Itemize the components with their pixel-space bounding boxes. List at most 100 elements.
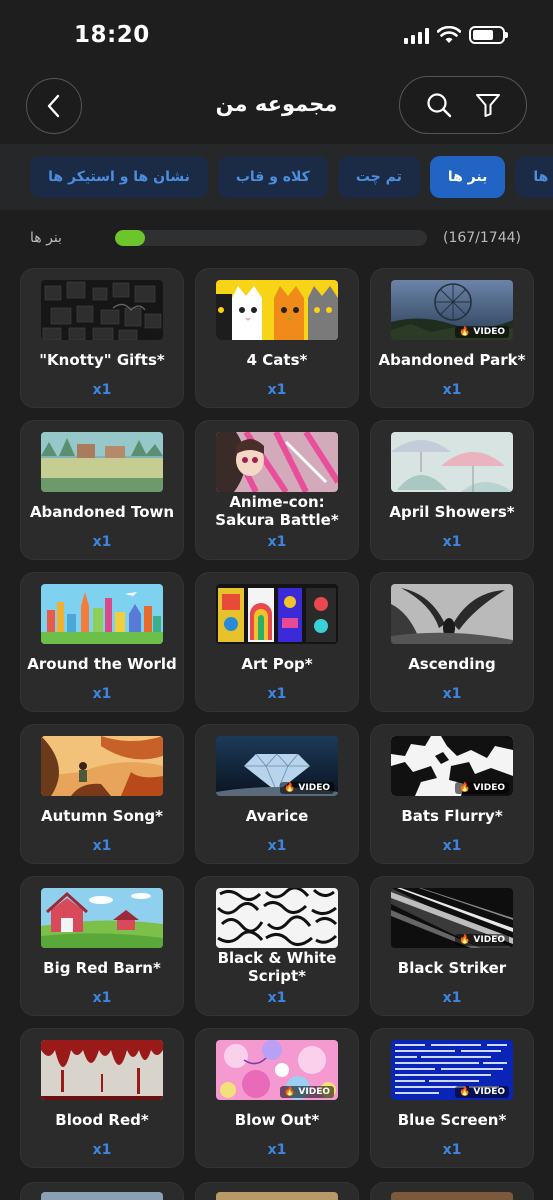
progress-fill bbox=[115, 230, 145, 246]
cellular-signal-icon bbox=[404, 26, 429, 44]
banner-name: Anime-con: Sakura Battle* bbox=[215, 493, 339, 529]
progress-count: (167/1744) bbox=[443, 230, 521, 246]
category-tabs: تمام ایتم ها بنر ها تم چت کلاه و قاب نشا… bbox=[0, 144, 553, 210]
banner-quantity: x1 bbox=[267, 686, 287, 702]
banner-name: "Knotty" Gifts* bbox=[39, 351, 165, 369]
tab-banners[interactable]: بنر ها bbox=[429, 156, 506, 198]
banner-thumbnail bbox=[41, 432, 163, 492]
banner-thumbnail bbox=[216, 584, 338, 644]
video-badge: 🔥 VIDEO bbox=[280, 782, 334, 794]
search-icon[interactable] bbox=[425, 91, 453, 119]
banner-card[interactable] bbox=[195, 1182, 359, 1200]
banner-thumbnail bbox=[216, 888, 338, 948]
status-icons bbox=[404, 26, 508, 44]
tab-chat-theme[interactable]: تم چت bbox=[337, 156, 420, 198]
header-actions bbox=[399, 76, 527, 134]
banner-thumbnail: 🔥 VIDEO bbox=[216, 736, 338, 796]
banner-card[interactable]: 🔥 VIDEO Black Striker x1 bbox=[370, 876, 534, 1016]
banner-card[interactable]: "Knotty" Gifts* x1 bbox=[20, 268, 184, 408]
banner-thumbnail: 🔥 VIDEO bbox=[391, 1040, 513, 1100]
banner-card[interactable]: Autumn Song* x1 bbox=[20, 724, 184, 864]
banner-thumbnail bbox=[41, 1192, 163, 1200]
banner-name: Ascending bbox=[408, 655, 496, 673]
banner-card[interactable]: 🔥 VIDEO Blue Screen* x1 bbox=[370, 1028, 534, 1168]
banner-quantity: x1 bbox=[92, 838, 112, 854]
banner-quantity: x1 bbox=[442, 534, 462, 550]
banner-thumbnail: 🔥 VIDEO bbox=[391, 280, 513, 340]
banner-thumbnail: 🔥 VIDEO bbox=[391, 736, 513, 796]
wifi-icon bbox=[437, 26, 461, 43]
banner-name: Avarice bbox=[245, 807, 309, 825]
banner-card[interactable]: Big Red Barn* x1 bbox=[20, 876, 184, 1016]
banner-card[interactable]: 4 Cats* x1 bbox=[195, 268, 359, 408]
banner-thumbnail bbox=[391, 584, 513, 644]
banner-name: Blood Red* bbox=[55, 1111, 149, 1129]
banner-card[interactable]: 🔥 VIDEO Blow Out* x1 bbox=[195, 1028, 359, 1168]
flame-icon: 🔥 bbox=[459, 327, 471, 337]
banner-grid: "Knotty" Gifts* x1 4 Cats* x1 🔥 VIDEO Ab… bbox=[20, 268, 534, 1168]
flame-icon: 🔥 bbox=[284, 783, 296, 793]
banner-name: Black Striker bbox=[397, 959, 507, 977]
progress-label: بنر ها bbox=[30, 230, 62, 246]
collection-progress: (167/1744) بنر ها bbox=[0, 226, 553, 252]
banner-quantity: x1 bbox=[92, 686, 112, 702]
banner-card[interactable]: Blood Red* x1 bbox=[20, 1028, 184, 1168]
banner-card[interactable]: Anime-con: Sakura Battle* x1 bbox=[195, 420, 359, 560]
banner-thumbnail: 🔥 VIDEO bbox=[391, 888, 513, 948]
banner-name: April Showers* bbox=[389, 503, 515, 521]
banner-quantity: x1 bbox=[267, 838, 287, 854]
video-badge: 🔥 VIDEO bbox=[455, 1086, 509, 1098]
banner-name: Bats Flurry* bbox=[401, 807, 503, 825]
banner-quantity: x1 bbox=[267, 534, 287, 550]
banner-thumbnail bbox=[216, 432, 338, 492]
banner-thumbnail bbox=[391, 432, 513, 492]
battery-icon bbox=[469, 26, 508, 44]
flame-icon: 🔥 bbox=[459, 783, 471, 793]
video-badge: 🔥 VIDEO bbox=[455, 934, 509, 946]
banner-card[interactable]: Ascending x1 bbox=[370, 572, 534, 712]
tab-all-items[interactable]: تمام ایتم ها bbox=[515, 156, 553, 198]
banner-quantity: x1 bbox=[442, 838, 462, 854]
banner-name: Blow Out* bbox=[234, 1111, 320, 1129]
banner-thumbnail bbox=[216, 1192, 338, 1200]
banner-name: Abandoned Town bbox=[29, 503, 175, 521]
banner-card[interactable]: 🔥 VIDEO Avarice x1 bbox=[195, 724, 359, 864]
banner-thumbnail bbox=[41, 736, 163, 796]
banner-quantity: x1 bbox=[92, 534, 112, 550]
video-badge: 🔥 VIDEO bbox=[455, 326, 509, 338]
flame-icon: 🔥 bbox=[459, 1087, 471, 1097]
banner-card[interactable]: Art Pop* x1 bbox=[195, 572, 359, 712]
banner-thumbnail bbox=[41, 584, 163, 644]
banner-quantity: x1 bbox=[92, 1142, 112, 1158]
banner-card[interactable] bbox=[20, 1182, 184, 1200]
banner-thumbnail bbox=[41, 280, 163, 340]
banner-card[interactable]: 🔥 VIDEO Bats Flurry* x1 bbox=[370, 724, 534, 864]
banner-name: Abandoned Park* bbox=[378, 351, 526, 369]
banner-quantity: x1 bbox=[442, 686, 462, 702]
banner-quantity: x1 bbox=[442, 382, 462, 398]
banner-card[interactable]: Black & White Script* x1 bbox=[195, 876, 359, 1016]
banner-name: Big Red Barn* bbox=[43, 959, 161, 977]
banner-quantity: x1 bbox=[267, 990, 287, 1006]
banner-card[interactable]: Around the World x1 bbox=[20, 572, 184, 712]
banner-name: Blue Screen* bbox=[397, 1111, 507, 1129]
video-badge: 🔥 VIDEO bbox=[455, 782, 509, 794]
header: مجموعه من bbox=[0, 72, 553, 142]
banner-card[interactable] bbox=[370, 1182, 534, 1200]
flame-icon: 🔥 bbox=[284, 1087, 296, 1097]
tab-hats-frames[interactable]: کلاه و قاب bbox=[217, 156, 328, 198]
progress-bar bbox=[115, 230, 427, 246]
banner-card[interactable]: April Showers* x1 bbox=[370, 420, 534, 560]
banner-thumbnail bbox=[41, 1040, 163, 1100]
banner-name: Autumn Song* bbox=[40, 807, 164, 825]
banner-quantity: x1 bbox=[442, 1142, 462, 1158]
banner-name: 4 Cats* bbox=[246, 351, 308, 369]
tab-badges-stickers[interactable]: نشان ها و استیکر ها bbox=[30, 156, 208, 198]
banner-card[interactable]: Abandoned Town x1 bbox=[20, 420, 184, 560]
banner-thumbnail bbox=[391, 1192, 513, 1200]
banner-thumbnail bbox=[216, 280, 338, 340]
banner-card[interactable]: 🔥 VIDEO Abandoned Park* x1 bbox=[370, 268, 534, 408]
filter-icon[interactable] bbox=[474, 91, 502, 119]
status-bar: 18:20 bbox=[0, 0, 553, 72]
banner-thumbnail bbox=[41, 888, 163, 948]
